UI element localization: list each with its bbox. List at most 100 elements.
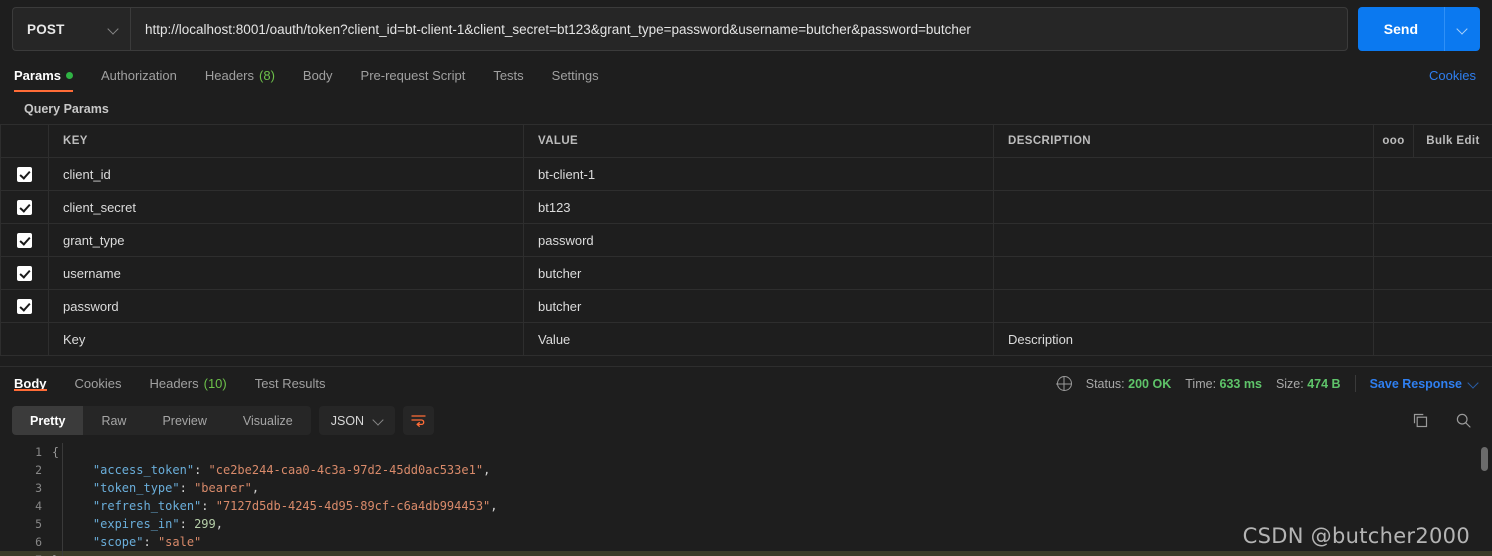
view-mode-raw[interactable]: Raw — [83, 406, 144, 435]
tab-response-cookies[interactable]: Cookies — [61, 376, 136, 391]
row-checkbox-cell[interactable] — [0, 223, 49, 257]
table-row[interactable]: client_id bt-client-1 — [0, 157, 1492, 191]
param-key[interactable]: password — [48, 289, 524, 323]
param-key[interactable]: username — [48, 256, 524, 290]
send-button[interactable]: Send — [1357, 7, 1444, 51]
bulk-edit-button[interactable]: Bulk Edit — [1413, 124, 1492, 158]
gutter-divider — [62, 443, 63, 556]
status-value: 200 OK — [1128, 376, 1172, 391]
table-row[interactable]: grant_type password — [0, 223, 1492, 257]
code-line: 7} — [0, 551, 1492, 556]
response-actions — [1412, 412, 1478, 429]
search-icon[interactable] — [1455, 412, 1472, 429]
send-button-group: Send — [1357, 7, 1480, 51]
tab-authorization-label: Authorization — [100, 67, 177, 83]
response-body-viewer[interactable]: 1{2 "access_token": "ce2be244-caa0-4c3a-… — [0, 443, 1492, 556]
status-label: Status: — [1085, 376, 1125, 391]
new-param-key-input[interactable]: Key — [48, 322, 524, 356]
size-label: Size: — [1275, 376, 1304, 391]
row-checkbox-cell[interactable] — [0, 322, 49, 356]
row-checkbox-cell[interactable] — [0, 157, 49, 191]
new-param-value-input[interactable]: Value — [523, 322, 994, 356]
cookies-link[interactable]: Cookies — [1429, 58, 1478, 92]
code-line-content: "expires_in": 299, — [92, 517, 223, 531]
row-actions — [1373, 289, 1492, 323]
param-description[interactable] — [993, 190, 1374, 224]
more-options-icon[interactable]: ooo — [1373, 124, 1414, 158]
http-method-label: POST — [27, 21, 65, 37]
tab-body[interactable]: Body — [289, 58, 347, 92]
tab-test-results-label: Test Results — [254, 376, 326, 391]
send-options-button[interactable] — [1444, 7, 1480, 51]
param-key[interactable]: grant_type — [48, 223, 524, 257]
code-line-list: 1{2 "access_token": "ce2be244-caa0-4c3a-… — [0, 443, 1492, 556]
status-badge: Status: 200 OK — [1086, 377, 1172, 391]
checkbox-checked-icon[interactable] — [17, 200, 32, 216]
row-checkbox-cell[interactable] — [0, 190, 49, 224]
table-row[interactable]: client_secret bt123 — [0, 190, 1492, 224]
row-actions — [1373, 322, 1492, 356]
column-header-key: KEY — [48, 124, 524, 158]
param-value[interactable]: butcher — [523, 256, 994, 290]
time-label: Time: — [1185, 376, 1217, 391]
view-mode-preview[interactable]: Preview — [144, 406, 224, 435]
request-url-input[interactable] — [130, 7, 1348, 51]
size-badge: Size: 474 B — [1276, 377, 1341, 391]
request-url-bar: POST Send — [0, 0, 1492, 58]
response-view-mode-group: Pretty Raw Preview Visualize — [12, 406, 311, 435]
wrap-lines-icon — [411, 415, 426, 427]
param-description[interactable] — [993, 256, 1374, 290]
param-value[interactable]: password — [523, 223, 994, 257]
tab-tests[interactable]: Tests — [479, 58, 537, 92]
copy-icon[interactable] — [1412, 412, 1429, 429]
tab-params-label: Params — [14, 67, 61, 83]
row-actions — [1373, 190, 1492, 224]
code-line: 3 "token_type": "bearer", — [0, 479, 1492, 497]
tab-headers[interactable]: Headers (8) — [191, 58, 289, 92]
param-key[interactable]: client_id — [48, 157, 524, 191]
new-param-description-input[interactable]: Description — [993, 322, 1374, 356]
param-key[interactable]: client_secret — [48, 190, 524, 224]
select-all-header — [0, 124, 49, 158]
row-checkbox-cell[interactable] — [0, 289, 49, 323]
table-row[interactable]: username butcher — [0, 256, 1492, 290]
column-header-description: DESCRIPTION — [993, 124, 1374, 158]
tab-response-cookies-label: Cookies — [74, 376, 122, 391]
chevron-down-icon — [109, 25, 118, 34]
tab-response-headers-count: (10) — [203, 376, 227, 391]
tab-settings[interactable]: Settings — [538, 58, 613, 92]
param-description[interactable] — [993, 289, 1374, 323]
tab-response-headers[interactable]: Headers (10) — [135, 376, 240, 391]
checkbox-checked-icon[interactable] — [17, 266, 32, 282]
param-description[interactable] — [993, 157, 1374, 191]
chevron-down-icon — [1458, 25, 1467, 34]
wrap-lines-button[interactable] — [403, 406, 435, 435]
tab-response-body[interactable]: Body — [14, 376, 61, 391]
param-value[interactable]: bt-client-1 — [523, 157, 994, 191]
checkbox-checked-icon[interactable] — [17, 233, 32, 249]
tab-pre-request-script[interactable]: Pre-request Script — [347, 58, 480, 92]
checkbox-checked-icon[interactable] — [17, 167, 32, 183]
column-header-value: VALUE — [523, 124, 994, 158]
tab-settings-label: Settings — [551, 67, 599, 83]
response-format-select[interactable]: JSON — [318, 406, 396, 435]
tab-params[interactable]: Params — [14, 58, 87, 92]
table-row-empty[interactable]: Key Value Description — [0, 322, 1492, 356]
param-value[interactable]: butcher — [523, 289, 994, 323]
code-line: 4 "refresh_token": "7127d5db-4245-4d95-8… — [0, 497, 1492, 515]
view-mode-visualize[interactable]: Visualize — [225, 406, 311, 435]
row-checkbox-cell[interactable] — [0, 256, 49, 290]
request-tab-bar: Params Authorization Headers (8) Body Pr… — [0, 58, 1492, 92]
http-method-select[interactable]: POST — [12, 7, 130, 51]
tab-authorization[interactable]: Authorization — [87, 58, 191, 92]
code-line: 2 "access_token": "ce2be244-caa0-4c3a-97… — [0, 461, 1492, 479]
view-mode-pretty[interactable]: Pretty — [12, 406, 84, 435]
tab-test-results[interactable]: Test Results — [241, 376, 340, 391]
save-response-button[interactable]: Save Response — [1370, 377, 1478, 391]
checkbox-checked-icon[interactable] — [17, 299, 32, 315]
line-number: 5 — [35, 517, 42, 531]
table-row[interactable]: password butcher — [0, 289, 1492, 323]
param-description[interactable] — [993, 223, 1374, 257]
response-body-scrollbar[interactable] — [1481, 447, 1488, 471]
param-value[interactable]: bt123 — [523, 190, 994, 224]
